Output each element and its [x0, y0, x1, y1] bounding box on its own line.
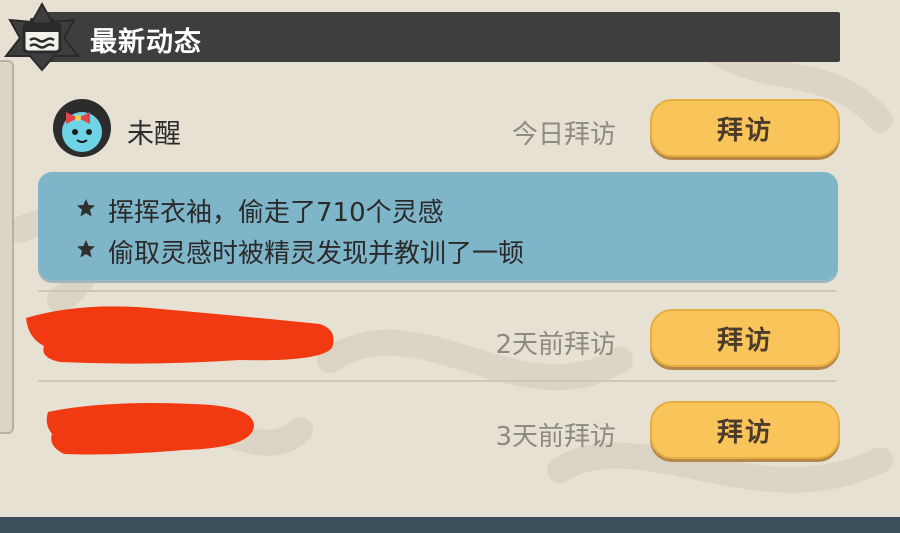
visit-button[interactable]: 拜访 — [650, 309, 840, 367]
section-header: 最新动态 — [0, 0, 900, 72]
username: 未醒 — [127, 119, 181, 150]
panel-left-frame — [0, 60, 14, 434]
activity-detail-text: 挥挥衣袖，偷走了710个灵感 — [108, 198, 444, 228]
header-title: 最新动态 — [90, 27, 202, 58]
activity-detail-text: 偷取灵感时被精灵发现并教训了一顿 — [108, 239, 525, 269]
redacted-user — [26, 306, 334, 364]
calendar-icon — [3, 1, 81, 72]
visit-time: 3天前拜访 — [495, 422, 616, 452]
visit-time: 今日拜访 — [511, 120, 616, 150]
redacted-user — [46, 403, 254, 455]
row-divider — [38, 380, 836, 382]
avatar-image — [53, 99, 111, 157]
avatar[interactable] — [52, 98, 112, 158]
visit-time: 2天前拜访 — [495, 330, 616, 360]
star-icon — [77, 240, 95, 258]
activity-details-box: 挥挥衣袖，偷走了710个灵感 偷取灵感时被精灵发现并教训了一顿 — [38, 172, 838, 280]
star-icon — [77, 199, 95, 217]
visit-button[interactable]: 拜访 — [650, 99, 840, 157]
row-divider — [38, 290, 836, 292]
visit-button[interactable]: 拜访 — [650, 401, 840, 459]
bottom-bar — [0, 517, 900, 533]
